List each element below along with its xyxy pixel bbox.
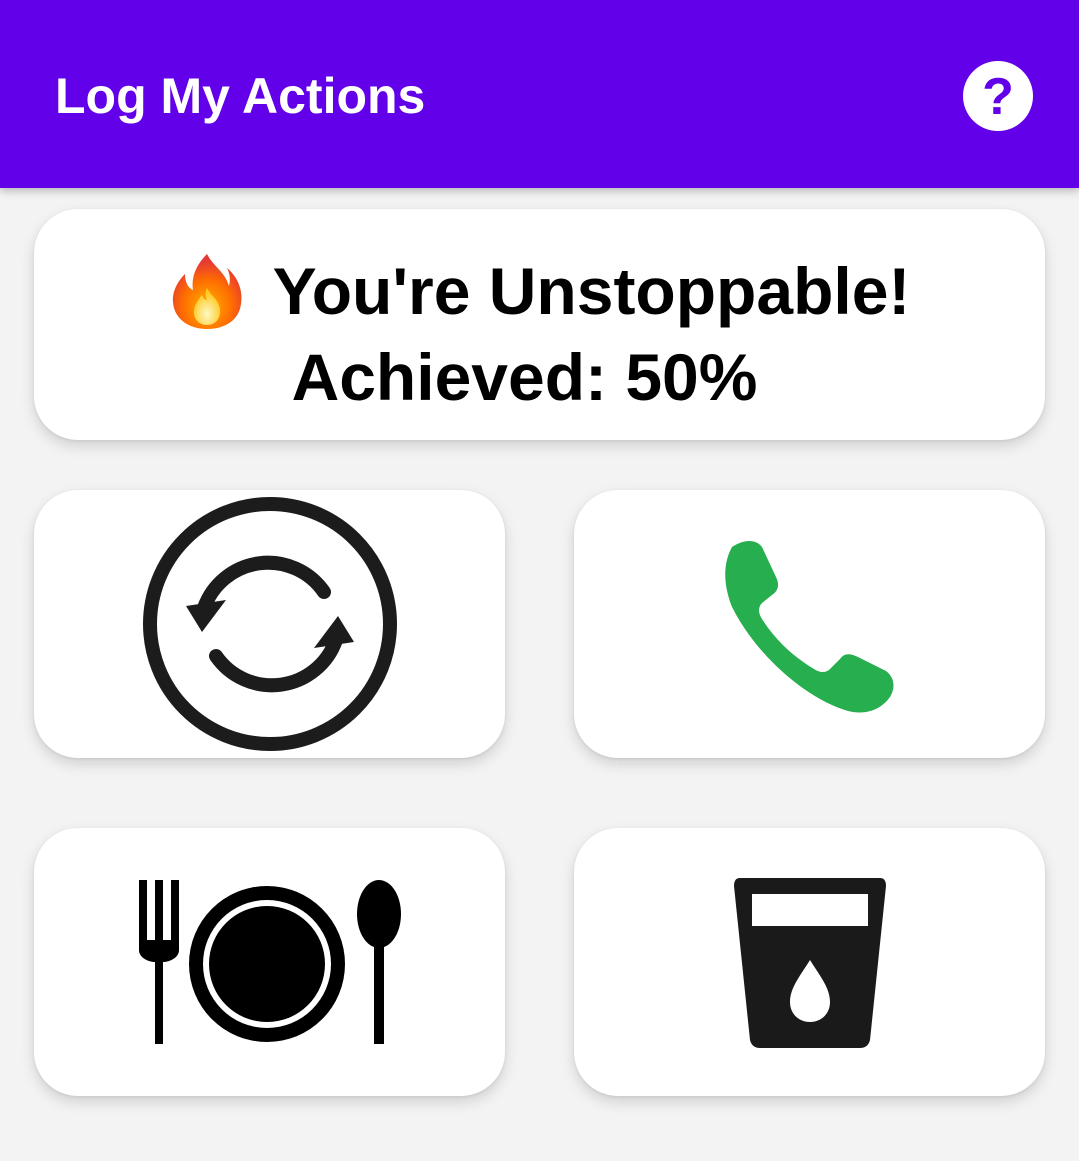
status-message: You're Unstoppable! xyxy=(272,254,911,328)
app-title: Log My Actions xyxy=(55,68,426,124)
action-tile-sync[interactable] xyxy=(34,490,505,758)
app-bar: Log My Actions ? xyxy=(0,0,1079,188)
status-card: You're Unstoppable! Achieved: 50% xyxy=(34,209,1045,440)
phone-icon xyxy=(724,541,893,713)
achieved-label: Achieved: 50% xyxy=(291,340,758,414)
sync-icon xyxy=(142,497,397,751)
action-tile-phone[interactable] xyxy=(574,490,1045,758)
status-headline: You're Unstoppable! xyxy=(34,251,1045,331)
help-circle-icon: ? xyxy=(982,68,1014,126)
fire-icon xyxy=(172,254,242,329)
action-tile-meal[interactable] xyxy=(34,828,505,1096)
dining-icon xyxy=(138,880,401,1044)
help-button[interactable]: ? xyxy=(963,61,1033,131)
action-tile-water[interactable] xyxy=(574,828,1045,1096)
water-glass-icon xyxy=(733,878,886,1048)
